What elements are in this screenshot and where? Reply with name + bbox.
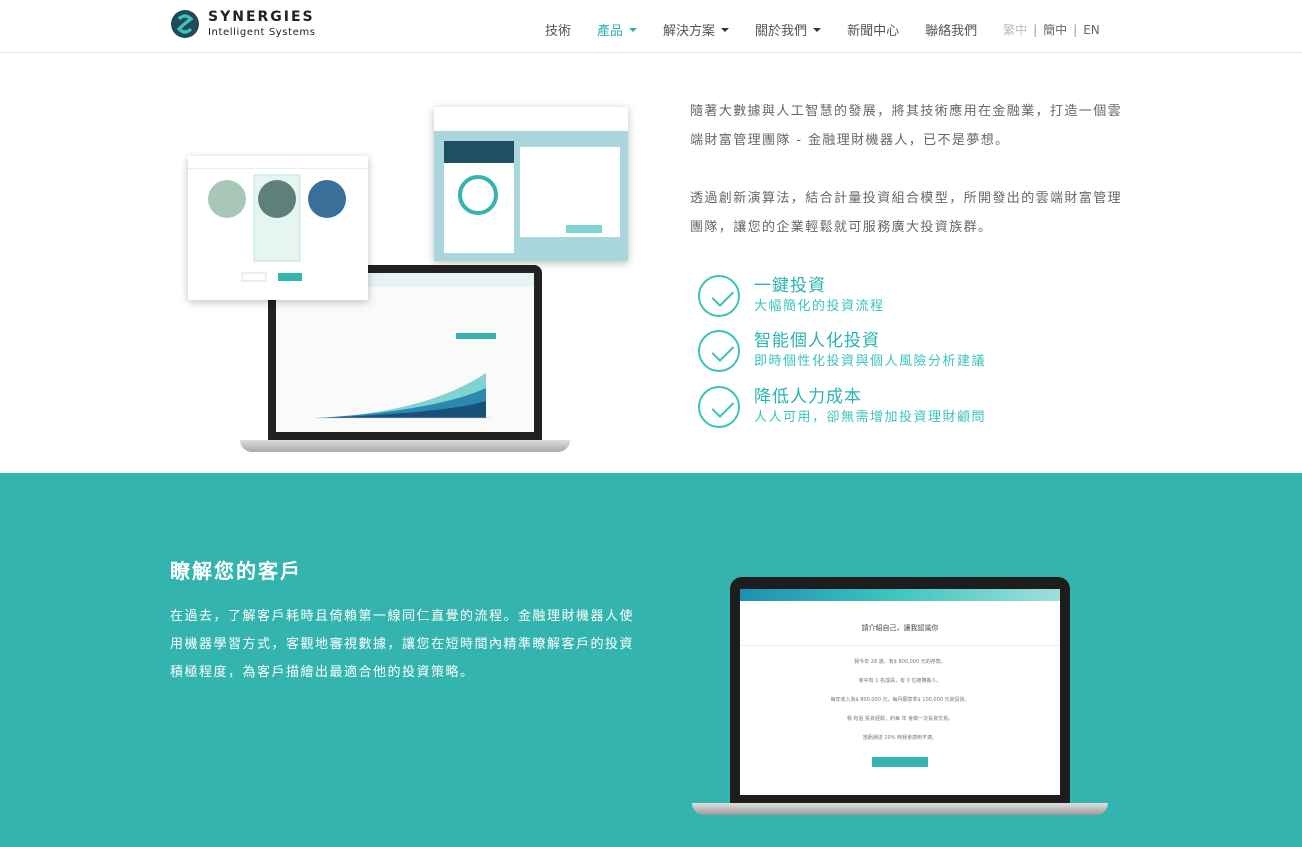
language-switcher: 繁中 | 簡中 | EN — [1003, 21, 1100, 38]
plan-selector-card — [188, 156, 368, 300]
intro-paragraph-2: 透過創新演算法，結合計量投資組合模型，所開發出的雲端財富管理團隊，讓您的企業輕鬆… — [690, 191, 1123, 235]
brand-title: SYNERGIES — [208, 9, 315, 25]
questionnaire-line: 每年收入為$ 800,000 元，每月願意拿$ 100,000 元來投資。 — [830, 697, 970, 703]
feature-subtitle: 人人可用，卻無需增加投資理財顧問 — [754, 410, 987, 425]
nav-item-technology[interactable]: 技術 — [545, 20, 571, 39]
card-header-graphic — [188, 156, 368, 169]
intro-paragraph-1: 隨著大數據與人工智慧的發展，將其技術應用在金融業，打造一個雲端財富管理團隊 - … — [690, 104, 1123, 148]
questionnaire-line: 家中有 1 名成員，有 0 位被撫養人。 — [858, 678, 942, 684]
plan-options-graphic — [208, 174, 346, 282]
caret-down-icon — [721, 27, 730, 32]
questionnaire-title: 請介紹自己，讓我認識你 — [740, 623, 1060, 646]
feature-cost-saving: 降低人力成本 人人可用，卻無需增加投資理財顧問 — [698, 386, 986, 428]
laptop-mockup-questionnaire: 請介紹自己，讓我認識你 我今年 28 歲，有$ 800,000 元的存款。 家中… — [692, 577, 1108, 817]
caret-down-icon — [813, 27, 822, 32]
know-your-client-section: 瞭解您的客戶 在過去，了解客戶耗時且倚賴第一線同仁直覺的流程。金融理財機器人使用… — [0, 473, 1302, 847]
laptop-screen: 請介紹自己，讓我認識你 我今年 28 歲，有$ 800,000 元的存款。 家中… — [730, 577, 1070, 803]
lang-divider: | — [1033, 22, 1038, 37]
nav-item-news[interactable]: 新聞中心 — [847, 20, 899, 39]
feature-one-click: 一鍵投資 大幅簡化的投資流程 — [698, 275, 885, 317]
feature-subtitle: 即時個性化投資與個人風險分析建議 — [754, 354, 987, 369]
brand-logo[interactable]: SYNERGIES Intelligent Systems — [170, 9, 316, 39]
features-section: 隨著大數據與人工智慧的發展，將其技術應用在金融業，打造一個雲端財富管理團隊 - … — [0, 53, 1302, 473]
retirement-plan-card — [434, 107, 628, 261]
main-nav: 技術 產品 解決方案 關於我們 新聞中心 聯絡我們 繁中 | 簡中 | EN — [545, 20, 1100, 40]
app-top-bar — [740, 589, 1060, 601]
section-body: 在過去，了解客戶耗時且倚賴第一線同仁直覺的流程。金融理財機器人使用機器學習方式，… — [170, 609, 635, 680]
questionnaire-line: 我 有過 投資經驗，約每 年 會做一次投資交易。 — [846, 716, 954, 722]
nav-label: 關於我們 — [755, 24, 808, 39]
section-title: 瞭解您的客戶 — [170, 559, 302, 583]
next-step-button — [872, 757, 928, 767]
feature-subtitle: 大幅簡化的投資流程 — [754, 299, 885, 314]
nav-item-contact[interactable]: 聯絡我們 — [925, 20, 977, 39]
questionnaire-line: 當虧損達 20% 時我會感到不適。 — [862, 735, 938, 741]
feature-title: 降低人力成本 — [754, 387, 862, 407]
nav-label: 聯絡我們 — [925, 24, 978, 39]
lang-zh-cn[interactable]: 簡中 — [1043, 21, 1067, 38]
questionnaire-line: 我今年 28 歲，有$ 800,000 元的存款。 — [854, 659, 946, 665]
caret-down-icon — [629, 27, 638, 32]
nav-item-solutions[interactable]: 解決方案 — [663, 20, 730, 39]
brand-subtitle: Intelligent Systems — [208, 27, 316, 38]
nav-label: 新聞中心 — [847, 24, 900, 39]
lang-en[interactable]: EN — [1083, 23, 1100, 37]
check-circle-icon — [698, 330, 740, 372]
nav-label: 技術 — [545, 24, 572, 39]
laptop-base — [692, 803, 1108, 815]
questionnaire-screenshot: 請介紹自己，讓我認識你 我今年 28 歲，有$ 800,000 元的存款。 家中… — [740, 589, 1060, 795]
check-circle-icon — [698, 275, 740, 317]
nav-label: 產品 — [597, 24, 624, 39]
feature-personalized: 智能個人化投資 即時個性化投資與個人風險分析建議 — [698, 330, 986, 372]
nav-item-about[interactable]: 關於我們 — [755, 20, 822, 39]
lang-zh-tw[interactable]: 繁中 — [1003, 21, 1027, 38]
nav-label: 解決方案 — [663, 24, 716, 39]
retirement-form-graphic — [434, 107, 628, 253]
lang-divider: | — [1073, 22, 1078, 37]
laptop-base — [240, 440, 570, 452]
logo-mark-icon — [171, 10, 199, 38]
check-circle-icon — [698, 386, 740, 428]
site-header: SYNERGIES Intelligent Systems 技術 產品 解決方案… — [0, 0, 1302, 53]
nav-item-products[interactable]: 產品 — [597, 20, 638, 39]
feature-title: 一鍵投資 — [754, 276, 826, 296]
feature-title: 智能個人化投資 — [754, 331, 880, 351]
